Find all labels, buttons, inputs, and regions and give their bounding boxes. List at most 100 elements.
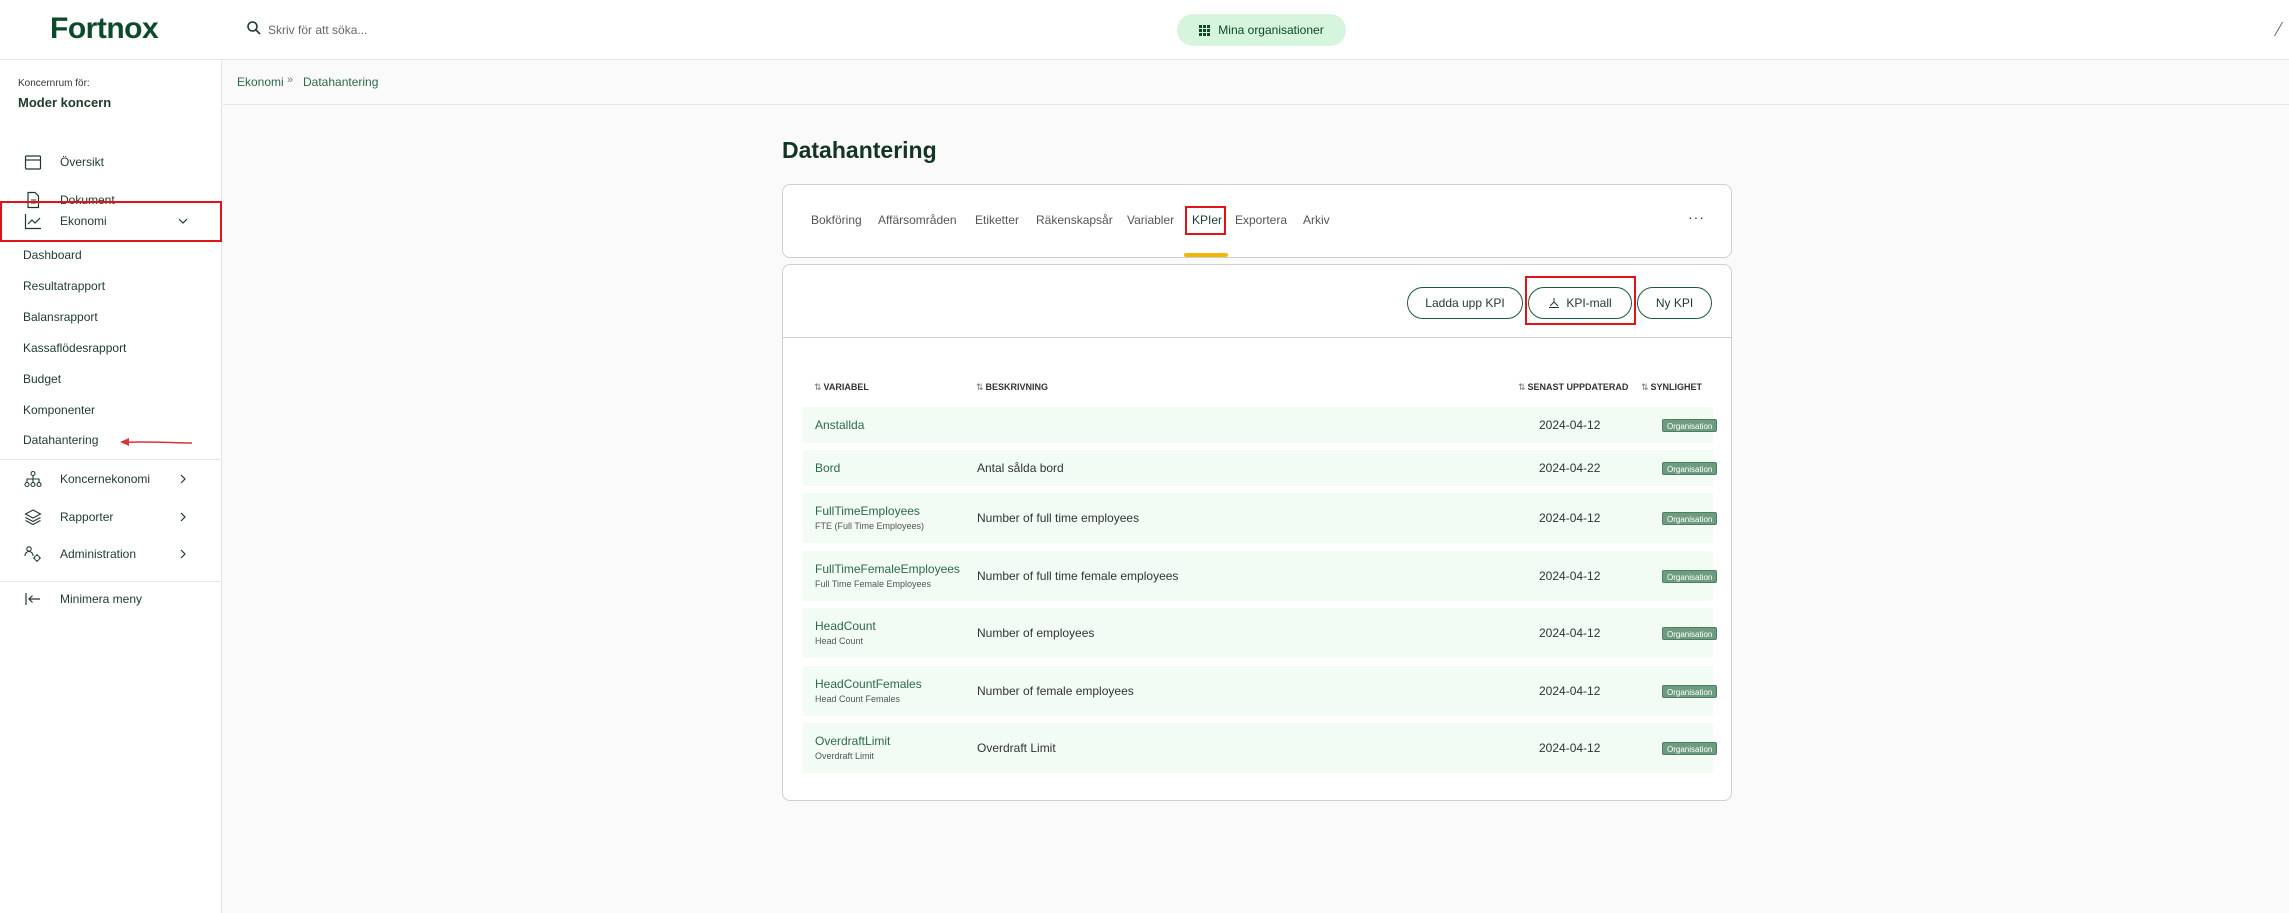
table-row[interactable]: HeadCountFemales Head Count Females Numb…	[803, 666, 1718, 716]
tab-affarsomraden[interactable]: Affärsområden	[878, 213, 957, 227]
cell-description: Number of full time female employees	[977, 569, 1179, 583]
sidebar-item-label: Administration	[60, 547, 137, 561]
breadcrumb-datahantering: Datahantering	[303, 75, 379, 89]
sidebar-subitem-datahantering[interactable]: Datahantering	[23, 433, 98, 447]
column-header-beskrivning[interactable]: ⇅ BESKRIVNING	[976, 382, 1048, 393]
my-organisations-button[interactable]: Mina organisationer	[1177, 14, 1346, 46]
table-row[interactable]: Anstallda 2024-04-12 Organisation	[803, 407, 1718, 443]
sidebar-subitem-budget[interactable]: Budget	[23, 372, 61, 386]
sort-icon: ⇅	[814, 382, 822, 392]
kpi-content-panel: Ladda upp KPI KPI-mall Ny KPI ⇅ VARIABEL …	[782, 264, 1732, 801]
highlight-kpi-template	[1525, 276, 1636, 325]
visibility-badge: Organisation	[1662, 512, 1718, 525]
cell-variable-sub: FTE (Full Time Employees)	[815, 521, 925, 531]
my-organisations-label: Mina organisationer	[1218, 23, 1324, 37]
sort-icon: ⇅	[976, 382, 984, 392]
sidebar-subitem-komponenter[interactable]: Komponenter	[23, 403, 95, 417]
cell-variable-sub: Head Count	[815, 636, 864, 646]
column-header-synlighet[interactable]: ⇅ SYNLIGHET	[1641, 382, 1702, 393]
cell-updated: 2024-04-12	[1539, 626, 1601, 640]
annotation-arrow	[120, 438, 192, 446]
top-bar: Fortnox Mina organisationer	[0, 0, 2289, 60]
highlight-kpier-tab	[1185, 206, 1226, 235]
sidebar: Koncernrum för: Moder koncern Översikt D…	[0, 60, 222, 913]
chevron-right-icon	[180, 549, 186, 559]
upload-kpi-button[interactable]: Ladda upp KPI	[1407, 287, 1523, 319]
fortnox-logo[interactable]: Fortnox	[50, 12, 159, 46]
active-tab-indicator	[1184, 253, 1228, 257]
sidebar-subitem-balansrapport[interactable]: Balansrapport	[23, 310, 98, 324]
new-kpi-button[interactable]: Ny KPI	[1637, 287, 1712, 319]
cell-variable-sub: Overdraft Limit	[815, 751, 875, 761]
tab-arkiv[interactable]: Arkiv	[1303, 213, 1330, 227]
sidebar-item-oversikt[interactable]: Översikt	[0, 145, 222, 179]
chevron-right-icon	[180, 512, 186, 522]
more-options-icon[interactable]: ···	[1688, 209, 1705, 225]
sidebar-item-administration[interactable]: Administration	[0, 537, 222, 571]
cell-variable: FullTimeFemaleEmployees	[815, 562, 960, 576]
cell-variable: Bord	[815, 461, 841, 475]
table-row[interactable]: HeadCount Head Count Number of employees…	[803, 608, 1718, 658]
highlight-ekonomi	[0, 201, 222, 242]
hierarchy-icon	[24, 470, 42, 488]
tab-bokforing[interactable]: Bokföring	[811, 213, 862, 227]
tab-etiketter[interactable]: Etiketter	[975, 213, 1019, 227]
cell-variable: OverdraftLimit	[815, 734, 891, 748]
table-row[interactable]: FullTimeEmployees FTE (Full Time Employe…	[803, 493, 1718, 543]
cell-updated: 2024-04-12	[1539, 741, 1601, 755]
sidebar-item-label: Koncernekonomi	[60, 472, 151, 486]
minimize-menu-label: Minimera meny	[60, 592, 143, 606]
search-input[interactable]	[268, 18, 648, 42]
search-icon	[247, 21, 261, 35]
upload-kpi-label: Ladda upp KPI	[1425, 296, 1505, 310]
calendar-icon	[24, 155, 42, 170]
users-gear-icon	[24, 546, 41, 562]
cell-description: Number of employees	[977, 626, 1095, 640]
tab-rakenskapsar[interactable]: Räkenskapsår	[1036, 213, 1113, 227]
sidebar-subitem-resultatrapport[interactable]: Resultatrapport	[23, 279, 105, 293]
cell-updated: 2024-04-12	[1539, 511, 1601, 525]
cell-variable-sub: Head Count Females	[815, 694, 901, 704]
toolbar-divider	[783, 337, 1731, 338]
cell-variable: Anstallda	[815, 418, 865, 432]
collapse-left-icon	[25, 593, 40, 605]
tabs-panel: Bokföring Affärsområden Etiketter Räkens…	[782, 184, 1732, 258]
table-row[interactable]: OverdraftLimit Overdraft Limit Overdraft…	[803, 723, 1718, 773]
cell-description: Antal sålda bord	[977, 461, 1064, 475]
sort-icon: ⇅	[1641, 382, 1649, 392]
sidebar-divider	[0, 459, 222, 460]
cell-updated: 2024-04-12	[1539, 418, 1601, 432]
cell-updated: 2024-04-22	[1539, 461, 1601, 475]
tab-exportera[interactable]: Exportera	[1235, 213, 1287, 227]
sidebar-item-rapporter[interactable]: Rapporter	[0, 500, 222, 534]
sidebar-item-label: Översikt	[60, 155, 105, 169]
visibility-badge: Organisation	[1662, 419, 1718, 432]
cell-updated: 2024-04-12	[1539, 569, 1601, 583]
visibility-badge: Organisation	[1662, 742, 1718, 755]
layers-icon	[24, 509, 42, 526]
sidebar-subitem-dashboard[interactable]: Dashboard	[23, 248, 82, 262]
breadcrumb-ekonomi[interactable]: Ekonomi	[237, 75, 284, 89]
grid-icon	[1199, 24, 1211, 36]
visibility-badge: Organisation	[1662, 627, 1718, 640]
chevron-right-icon	[180, 474, 186, 484]
table-row[interactable]: Bord Antal sålda bord 2024-04-22 Organis…	[803, 450, 1718, 486]
column-header-senast-uppdaterad[interactable]: ⇅ SENAST UPPDATERAD	[1518, 382, 1628, 393]
minimize-menu-button[interactable]: Minimera meny	[0, 582, 222, 616]
table-row[interactable]: FullTimeFemaleEmployees Full Time Female…	[803, 551, 1718, 601]
cell-description: Number of female employees	[977, 684, 1134, 698]
page-title: Datahantering	[782, 137, 937, 163]
org-caption: Koncernrum för:	[18, 78, 90, 89]
sidebar-subitem-kassaflodesrapport[interactable]: Kassaflödesrapport	[23, 341, 126, 355]
cell-description: Overdraft Limit	[977, 741, 1056, 755]
column-header-variabel[interactable]: ⇅ VARIABEL	[814, 382, 869, 393]
tab-variabler[interactable]: Variabler	[1127, 213, 1174, 227]
visibility-badge: Organisation	[1662, 685, 1718, 698]
org-name: Moder koncern	[18, 95, 112, 110]
sidebar-item-koncernekonomi[interactable]: Koncernekonomi	[0, 462, 222, 496]
cell-description: Number of full time employees	[977, 511, 1140, 525]
cell-variable: FullTimeEmployees	[815, 504, 920, 518]
sidebar-item-label: Rapporter	[60, 510, 114, 524]
cell-variable-sub: Full Time Female Employees	[815, 579, 932, 589]
new-kpi-label: Ny KPI	[1655, 296, 1694, 310]
